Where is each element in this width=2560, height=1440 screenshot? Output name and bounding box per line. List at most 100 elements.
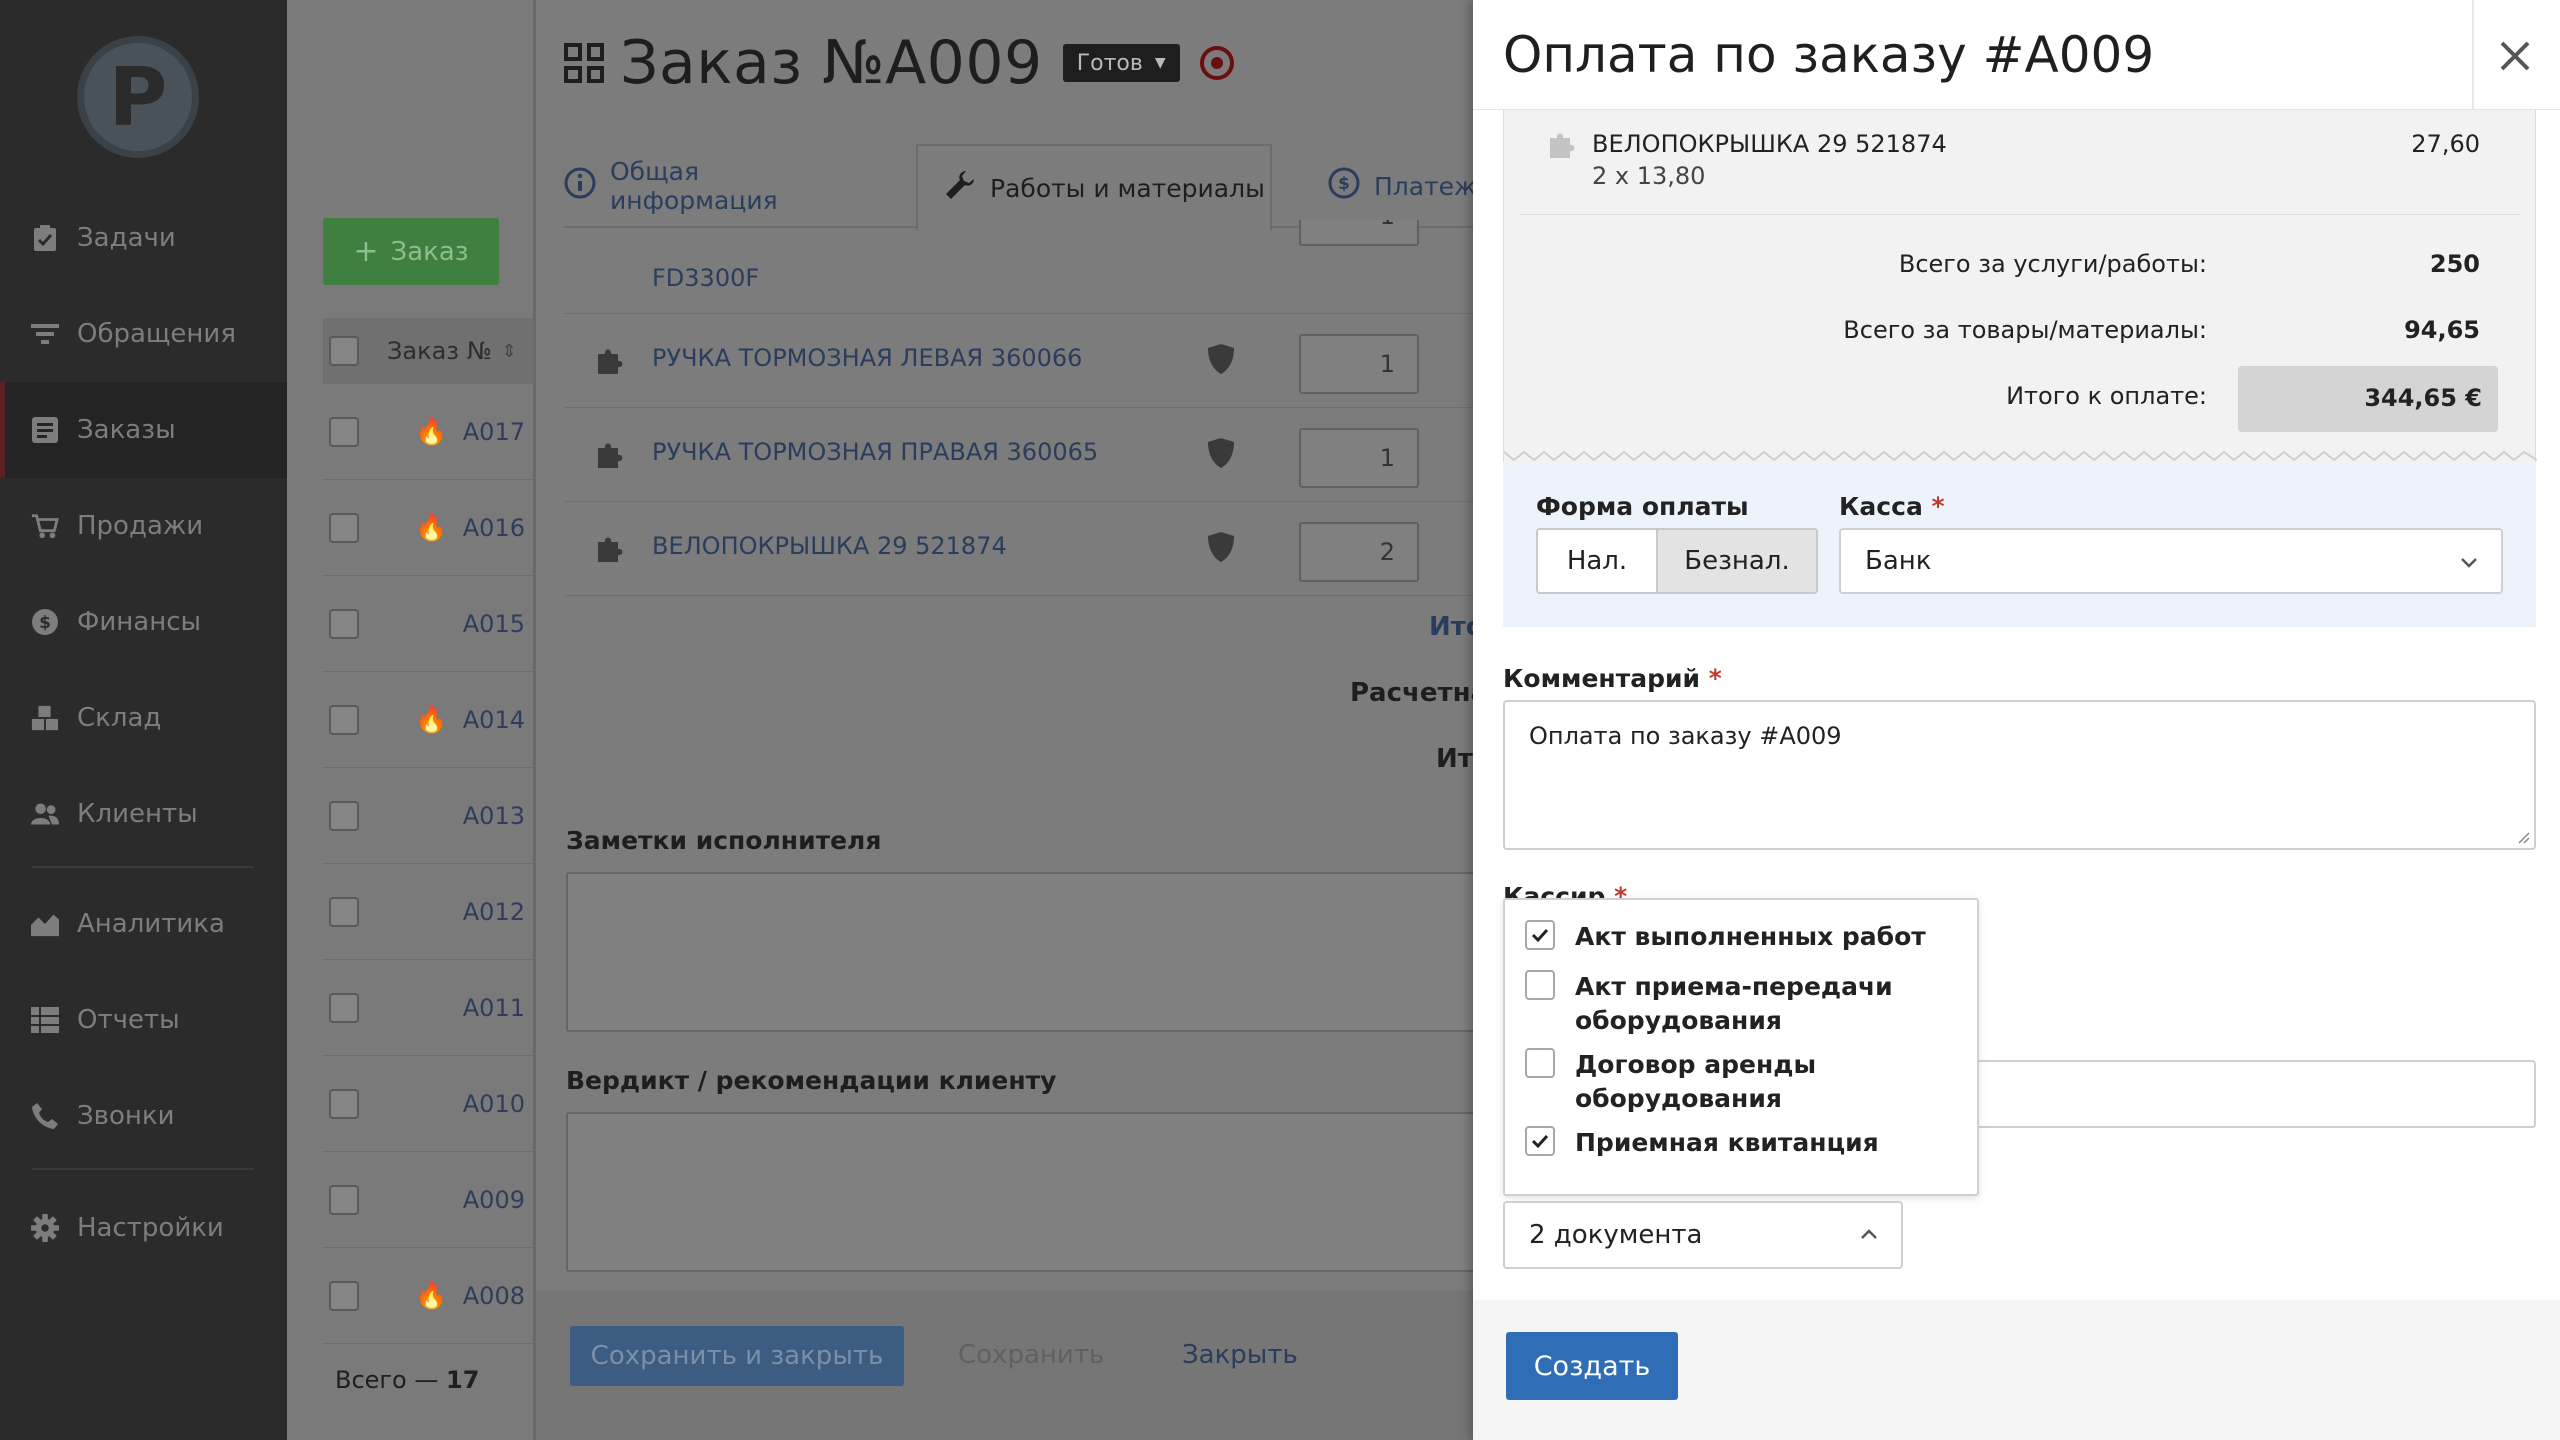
target-icon[interactable] [1199, 46, 1234, 80]
orders-list-header: Заказ № ⇕ [323, 318, 533, 384]
order-number[interactable]: A011 [463, 994, 525, 1022]
table-row[interactable]: 🔥 A017 [323, 384, 533, 480]
shield-icon[interactable] [1206, 530, 1236, 564]
checkbox-unchecked[interactable] [1525, 970, 1555, 1000]
row-checkbox[interactable] [329, 800, 359, 831]
app-logo[interactable]: P [77, 36, 199, 158]
checkbox-unchecked[interactable] [1525, 1048, 1555, 1078]
material-name[interactable]: FD3300F [652, 264, 759, 292]
tab-general-info[interactable]: Общая информация [564, 144, 778, 228]
payment-form-toggle[interactable]: Нал. Безнал. [1536, 528, 1818, 594]
table-row[interactable]: A010 [323, 1056, 533, 1152]
row-checkbox[interactable] [329, 1280, 359, 1311]
documents-select[interactable]: 2 документа [1503, 1201, 1903, 1269]
material-row[interactable]: РУЧКА ТОРМОЗНАЯ ПРАВАЯ 360065 1 [564, 408, 1476, 502]
grand-total-value: 344,65 € [2364, 384, 2482, 412]
material-row[interactable]: FD3300F 1 [564, 220, 1476, 314]
sidebar-item-analytics[interactable]: Аналитика [0, 876, 287, 972]
table-row[interactable]: A015 [323, 576, 533, 672]
status-dropdown[interactable]: Готов ▼ [1062, 44, 1180, 82]
create-button[interactable]: Создать [1506, 1332, 1678, 1400]
order-number[interactable]: A010 [463, 1090, 525, 1118]
tab-works-materials[interactable]: Работы и материалы [916, 144, 1272, 230]
table-row[interactable]: 🔥 A016 [323, 480, 533, 576]
coin-icon: $ [31, 608, 59, 636]
order-number[interactable]: A016 [463, 514, 525, 542]
document-option[interactable]: Договор аренды оборудования [1525, 1048, 1965, 1116]
cashbox-select[interactable]: Банк [1839, 528, 2503, 594]
boxes-icon [31, 704, 59, 732]
material-row[interactable]: РУЧКА ТОРМОЗНАЯ ЛЕВАЯ 360066 1 [564, 314, 1476, 408]
payment-cash-option[interactable]: Нал. [1538, 530, 1658, 592]
shield-icon[interactable] [1206, 342, 1236, 376]
verdict-field[interactable] [566, 1112, 1476, 1272]
required-marker: * [1614, 882, 1628, 898]
material-name[interactable]: ВЕЛОПОКРЫШКА 29 521874 [652, 532, 1007, 560]
row-checkbox[interactable] [329, 608, 359, 639]
payment-cashless-option[interactable]: Безнал. [1658, 530, 1816, 592]
close-icon[interactable] [2487, 28, 2543, 84]
quantity-input[interactable]: 1 [1299, 220, 1419, 246]
sidebar-item-warehouse[interactable]: Склад [0, 670, 287, 766]
order-number[interactable]: A015 [463, 610, 525, 638]
order-number[interactable]: A009 [463, 1186, 525, 1214]
main-sidebar: P Задачи Обращения Заказы Продажи $ Фина… [0, 0, 287, 1440]
sidebar-item-orders[interactable]: Заказы [0, 382, 287, 478]
logo-letter: P [108, 50, 168, 144]
quantity-value: 1 [1380, 220, 1395, 230]
quantity-input[interactable]: 2 [1299, 522, 1419, 582]
sidebar-item-settings[interactable]: Настройки [0, 1180, 287, 1276]
order-number[interactable]: A014 [463, 706, 525, 734]
close-link[interactable]: Закрыть [1182, 1340, 1298, 1370]
comment-textarea[interactable]: Оплата по заказу #A009 [1503, 700, 2536, 850]
table-row[interactable]: A009 [323, 1152, 533, 1248]
add-order-button[interactable]: + Заказ [323, 218, 499, 285]
quantity-value: 1 [1379, 444, 1395, 472]
order-number[interactable]: A012 [463, 898, 525, 926]
sidebar-item-sales[interactable]: Продажи [0, 478, 287, 574]
quantity-input[interactable]: 1 [1299, 428, 1419, 488]
table-row[interactable]: A012 [323, 864, 533, 960]
order-number[interactable]: A013 [463, 802, 525, 830]
quantity-input[interactable]: 1 [1299, 334, 1419, 394]
sidebar-item-reports[interactable]: Отчеты [0, 972, 287, 1068]
material-name[interactable]: РУЧКА ТОРМОЗНАЯ ЛЕВАЯ 360066 [652, 344, 1082, 372]
sidebar-item-requests[interactable]: Обращения [0, 286, 287, 382]
order-number[interactable]: A008 [463, 1282, 525, 1310]
executor-notes-field[interactable] [566, 872, 1476, 1032]
qr-code-icon[interactable] [564, 43, 604, 83]
table-row[interactable]: 🔥 A014 [323, 672, 533, 768]
sidebar-item-clients[interactable]: Клиенты [0, 766, 287, 862]
material-name[interactable]: РУЧКА ТОРМОЗНАЯ ПРАВАЯ 360065 [652, 438, 1098, 466]
sort-icon[interactable]: ⇕ [502, 341, 517, 362]
order-number[interactable]: A017 [463, 418, 525, 446]
resize-handle-icon[interactable] [2516, 830, 2530, 844]
sidebar-item-calls[interactable]: Звонки [0, 1068, 287, 1164]
table-row[interactable]: A013 [323, 768, 533, 864]
document-option[interactable]: Акт выполненных работ [1525, 920, 1965, 954]
row-checkbox[interactable] [329, 896, 359, 927]
row-checkbox[interactable] [329, 704, 359, 735]
checkbox-checked[interactable] [1525, 1126, 1555, 1156]
checkbox-checked[interactable] [1525, 920, 1555, 950]
order-title-bar: Заказ №A009 Готов ▼ [564, 28, 1234, 98]
document-option[interactable]: Приемная квитанция [1525, 1126, 1965, 1160]
row-checkbox[interactable] [329, 416, 359, 447]
row-checkbox[interactable] [329, 1184, 359, 1215]
sidebar-item-tasks[interactable]: Задачи [0, 190, 287, 286]
table-row[interactable]: 🔥 A008 [323, 1248, 533, 1344]
row-checkbox[interactable] [329, 512, 359, 543]
select-all-checkbox[interactable] [329, 336, 359, 366]
table-row[interactable]: A011 [323, 960, 533, 1056]
row-checkbox[interactable] [329, 1088, 359, 1119]
column-header-order-number[interactable]: Заказ № [387, 337, 492, 365]
save-button[interactable]: Сохранить [958, 1340, 1104, 1370]
shield-icon[interactable] [1206, 436, 1236, 470]
material-row[interactable]: ВЕЛОПОКРЫШКА 29 521874 2 [564, 502, 1476, 596]
document-option[interactable]: Акт приема-передачи оборудования [1525, 970, 1965, 1038]
save-and-close-button[interactable]: Сохранить и закрыть [570, 1326, 904, 1386]
required-marker: * [1931, 492, 1945, 521]
sidebar-item-finance[interactable]: $ Финансы [0, 574, 287, 670]
orders-icon [31, 416, 59, 444]
row-checkbox[interactable] [329, 992, 359, 1023]
